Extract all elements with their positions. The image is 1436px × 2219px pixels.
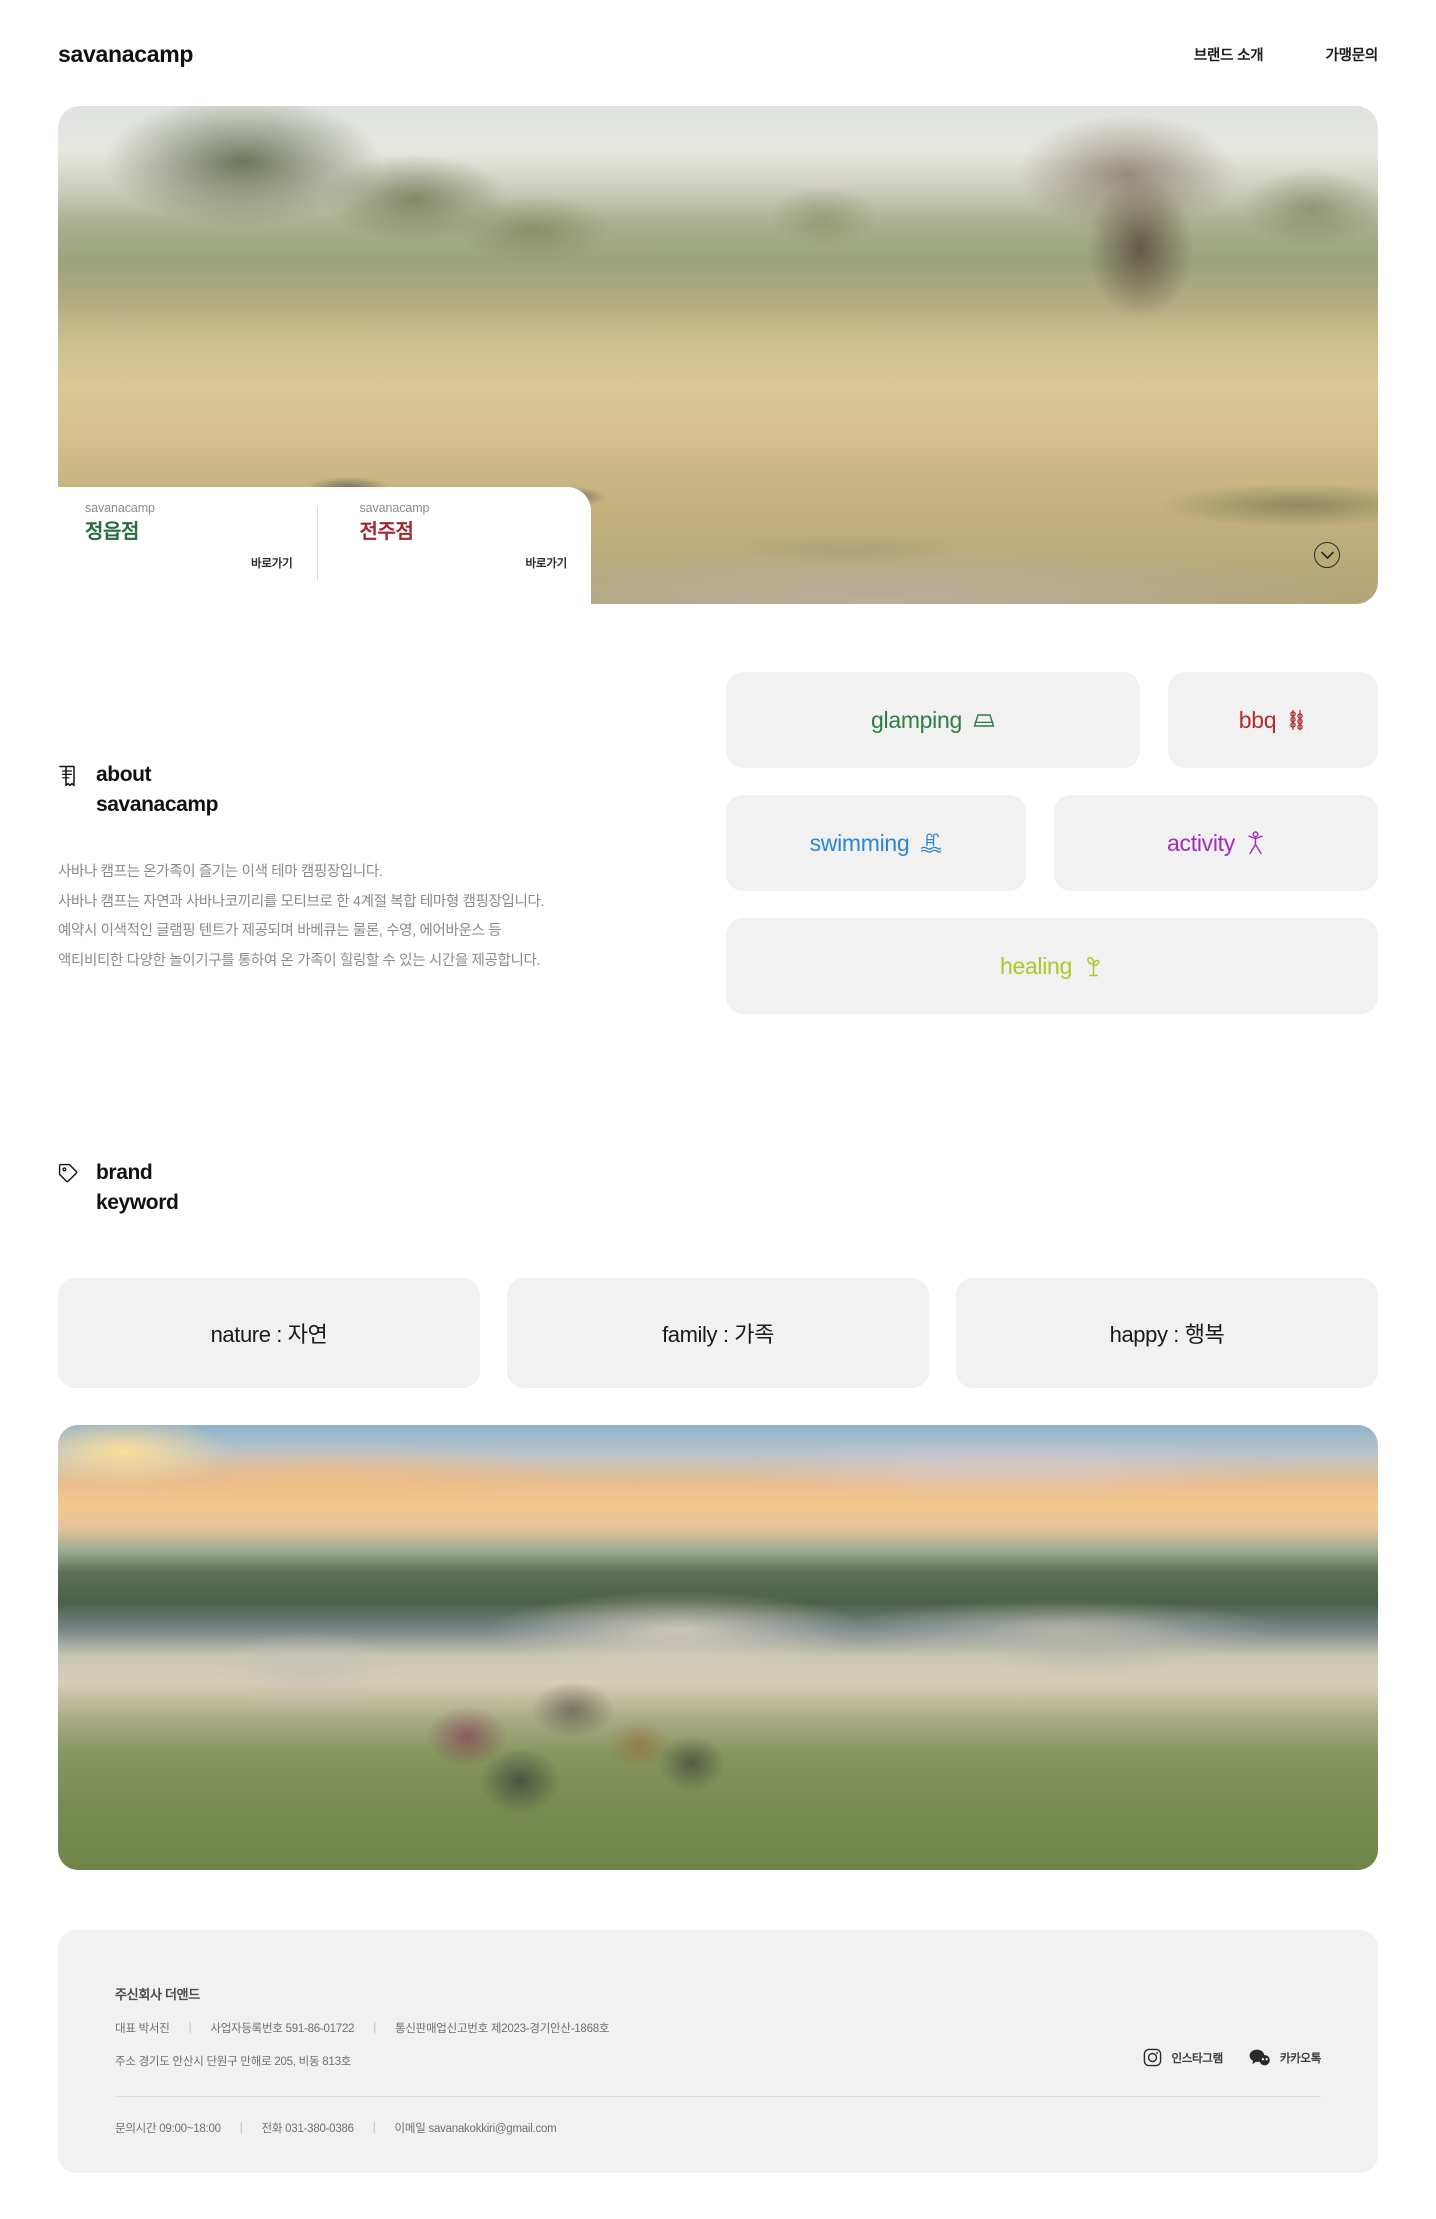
brand-keyword-section: brand keyword nature : 자연 family : 가족 ha… [58, 1158, 1378, 1388]
about-heading: about savanacamp [58, 760, 698, 821]
footer-social-links: 인스타그램 카카오톡 [1143, 2048, 1321, 2067]
riverside-camping-photo [58, 1425, 1378, 1870]
feature-card-bbq[interactable]: bbq [1168, 672, 1378, 768]
brand-keyword-title-line-2: keyword [96, 1191, 179, 1215]
feature-card-activity[interactable]: activity [1054, 795, 1378, 891]
footer-mail-order-number: 통신판매업신고번호 제2023-경기안산-1868호 [394, 2023, 610, 2035]
location-name: 정읍점 [85, 521, 139, 543]
footer-ceo: 대표 박서진 [115, 2023, 170, 2035]
about-paragraph: 사바나 캠프는 자연과 사바나코끼리를 모티브로 한 4계절 복합 테마형 캠핑… [58, 893, 545, 910]
header-nav: 브랜드 소개 가맹문의 [1194, 44, 1378, 65]
location-item-jeonju[interactable]: savanacamp 전주점 바로가기 [316, 501, 592, 580]
location-item-jeongeup[interactable]: savanacamp 정읍점 바로가기 [58, 501, 317, 571]
social-label: 카카오톡 [1279, 2052, 1321, 2065]
nav-link-brand-intro[interactable]: 브랜드 소개 [1194, 44, 1264, 65]
brand-keyword-title: brand keyword [96, 1158, 179, 1219]
social-link-kakaotalk[interactable]: 카카오톡 [1249, 2048, 1321, 2067]
footer-separator: | [188, 2022, 192, 2034]
location-brand-label: savanacamp [85, 501, 155, 515]
document-icon [58, 765, 78, 789]
about-title-line-1: about [96, 763, 152, 786]
social-label: 인스타그램 [1171, 2052, 1223, 2065]
feature-label: glamping [871, 706, 962, 733]
kakaotalk-icon [1249, 2048, 1271, 2067]
skewer-icon [1287, 709, 1307, 731]
footer-contact-info: 문의시간 09:00~18:00 | 전화 031-380-0386 | 이메일… [115, 2120, 557, 2136]
pool-icon [920, 833, 942, 853]
chevron-down-icon [1320, 551, 1334, 560]
feature-label: swimming [809, 829, 910, 856]
camping-photo-banner [58, 1425, 1378, 1870]
about-description: 사바나 캠프는 온가족이 즐기는 이색 테마 캠핑장입니다. 사바나 캠프는 자… [58, 858, 698, 977]
tent-icon [973, 712, 995, 729]
feature-label: bbq [1238, 706, 1277, 733]
feature-card-grid: glamping bbq swimming activity healing [726, 672, 1378, 1014]
nav-link-franchise-inquiry[interactable]: 가맹문의 [1325, 44, 1378, 65]
footer-divider [115, 2096, 1321, 2097]
feature-card-glamping[interactable]: glamping [726, 672, 1140, 768]
footer-address: 주소 경기도 안산시 단원구 만해로 205, 비동 813호 [115, 2056, 352, 2068]
keyword-card-happy[interactable]: happy : 행복 [956, 1278, 1378, 1388]
feature-label: activity [1167, 829, 1235, 856]
page-root: savanacamp 브랜드 소개 가맹문의 savanacamp 정읍점 바로… [0, 0, 1436, 2219]
about-title: about savanacamp [96, 760, 218, 821]
location-divider [316, 507, 318, 580]
feature-label: healing [999, 952, 1073, 979]
seedling-icon [1083, 955, 1104, 977]
footer-separator: | [373, 2022, 376, 2034]
location-go-link[interactable]: 바로가기 [85, 555, 299, 571]
brand-keyword-title-line-1: brand [96, 1161, 153, 1184]
brand-keyword-heading: brand keyword [58, 1158, 1378, 1219]
hero-location-card: savanacamp 정읍점 바로가기 savanacamp 전주점 바로가기 [58, 487, 591, 609]
tag-icon [58, 1163, 78, 1187]
instagram-icon [1143, 2048, 1162, 2067]
location-go-link[interactable]: 바로가기 [360, 555, 574, 571]
footer-email: 이메일 savanakokkiri@gmail.com [394, 2123, 557, 2135]
feature-row-3: healing [726, 918, 1378, 1014]
about-paragraph: 사바나 캠프는 온가족이 즐기는 이색 테마 캠핑장입니다. [58, 863, 383, 880]
about-title-line-2: savanacamp [96, 793, 219, 817]
person-icon [1246, 831, 1265, 855]
keyword-card-family[interactable]: family : 가족 [507, 1278, 929, 1388]
feature-row-2: swimming activity [726, 795, 1378, 891]
feature-card-healing[interactable]: healing [726, 918, 1378, 1014]
footer-phone: 전화 031-380-0386 [261, 2123, 354, 2135]
about-section: about savanacamp 사바나 캠프는 온가족이 즐기는 이색 테마 … [58, 760, 698, 977]
footer-business-number: 사업자등록번호 591-86-01722 [210, 2023, 355, 2035]
about-paragraph: 예약시 이색적인 글램핑 텐트가 제공되며 바베큐는 물론, 수영, 에어바운스… [58, 923, 502, 940]
footer-company-name: 주신회사 더앤드 [115, 1987, 200, 2002]
location-brand-label: savanacamp [359, 501, 430, 515]
footer-separator: | [372, 2122, 376, 2134]
social-link-instagram[interactable]: 인스타그램 [1143, 2048, 1223, 2067]
location-name: 전주점 [359, 521, 414, 543]
keyword-card-nature[interactable]: nature : 자연 [58, 1278, 480, 1388]
footer-hours: 문의시간 09:00~18:00 [115, 2123, 221, 2135]
site-header: savanacamp 브랜드 소개 가맹문의 [0, 0, 1436, 108]
footer-separator: | [239, 2122, 243, 2134]
site-footer: 주신회사 더앤드 대표 박서진 | 사업자등록번호 591-86-01722 |… [58, 1930, 1378, 2173]
scroll-down-button[interactable] [1314, 542, 1340, 568]
footer-business-info: 대표 박서진 | 사업자등록번호 591-86-01722 | 통신판매업신고번… [115, 2020, 1321, 2036]
feature-card-swimming[interactable]: swimming [726, 795, 1026, 891]
feature-row-1: glamping bbq [726, 672, 1378, 768]
brand-keyword-cards: nature : 자연 family : 가족 happy : 행복 [58, 1278, 1378, 1388]
about-paragraph: 액티비티한 다양한 놀이기구를 통하여 온 가족이 힐링할 수 있는 시간을 제… [58, 953, 541, 970]
brand-logo[interactable]: savanacamp [58, 41, 193, 68]
